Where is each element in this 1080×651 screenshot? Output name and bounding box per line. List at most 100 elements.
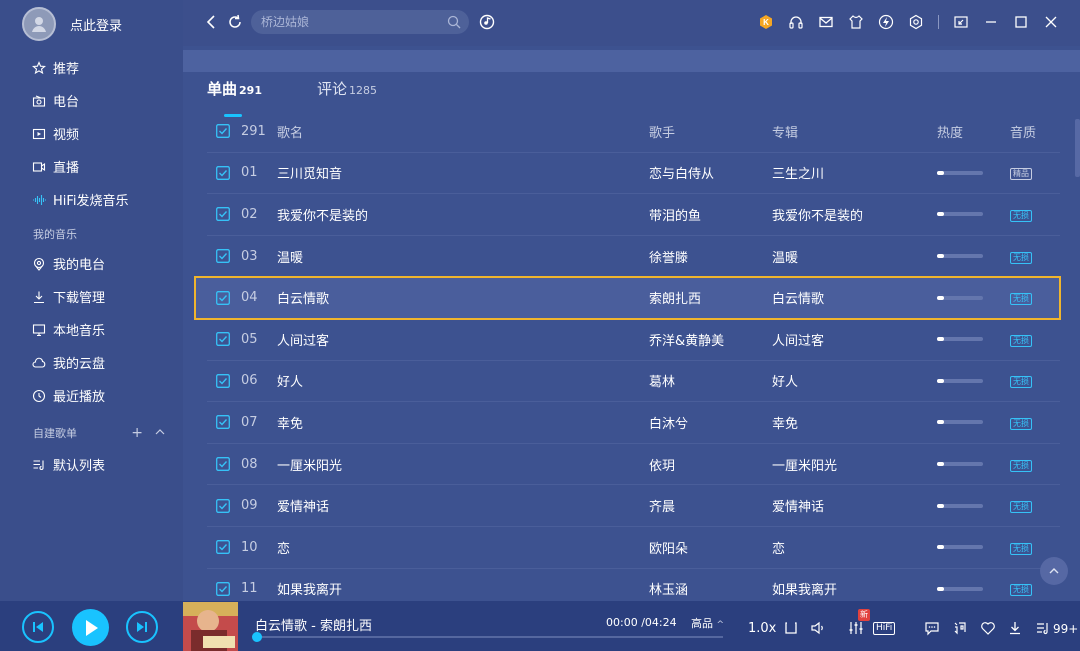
table-row[interactable]: 01 三川觅知音 恋与白侍从 三生之川 精品 (207, 153, 1060, 195)
table-row[interactable]: 07 幸免 白沐兮 幸免 无损 (207, 402, 1060, 444)
sidebar-item-cloud[interactable]: 我的云盘 (0, 346, 183, 379)
song-album[interactable]: 我爱你不是装的 (772, 205, 937, 224)
vip-icon[interactable]: K (756, 12, 776, 32)
song-artist[interactable]: 恋与白侍从 (649, 163, 772, 182)
song-album[interactable]: 爱情神话 (772, 496, 937, 515)
select-all-checkbox[interactable] (216, 124, 232, 139)
song-album[interactable]: 人间过客 (772, 330, 937, 349)
mail-icon[interactable] (816, 12, 836, 32)
sidebar-item-waveform[interactable]: HiFi发烧音乐 (0, 183, 183, 216)
song-title[interactable]: 爱情神话 (277, 496, 649, 515)
download-icon[interactable] (1006, 619, 1024, 637)
scroll-to-top-button[interactable] (1040, 557, 1068, 585)
sidebar-item-video[interactable]: 视频 (0, 117, 183, 150)
maximize-icon[interactable] (1011, 12, 1031, 32)
loop-icon[interactable] (782, 619, 800, 637)
user-login[interactable]: 点此登录 (0, 0, 183, 48)
song-title[interactable]: 温暖 (277, 247, 649, 266)
back-icon[interactable] (203, 13, 219, 31)
queue-count[interactable]: 99+ (1053, 622, 1078, 636)
login-label[interactable]: 点此登录 (70, 15, 122, 34)
quality-selector[interactable]: 高品 ^ (691, 615, 724, 631)
refresh-icon[interactable] (227, 13, 243, 31)
tab-comments[interactable]: 评论 1285 (317, 78, 377, 108)
close-icon[interactable] (1041, 12, 1061, 32)
progress-knob[interactable] (252, 632, 262, 642)
album-cover[interactable] (183, 602, 238, 651)
table-row[interactable]: 06 好人 葛林 好人 无损 (207, 361, 1060, 403)
equalizer-icon[interactable] (847, 619, 865, 637)
song-album[interactable]: 幸免 (772, 413, 937, 432)
music-recognition-icon[interactable] (478, 13, 496, 31)
row-checkbox[interactable] (216, 581, 232, 596)
speed-mode-icon[interactable] (876, 12, 896, 32)
sidebar-item-radio[interactable]: 电台 (0, 84, 183, 117)
song-album[interactable]: 恋 (772, 538, 937, 557)
collapse-icon[interactable] (155, 425, 165, 441)
song-album[interactable]: 白云情歌 (772, 288, 937, 307)
headphones-icon[interactable] (786, 12, 806, 32)
favorite-icon[interactable] (979, 619, 997, 637)
playlist-queue-icon[interactable] (1034, 619, 1052, 637)
next-button[interactable] (126, 611, 158, 643)
row-checkbox[interactable] (216, 415, 232, 430)
song-title[interactable]: 如果我离开 (277, 579, 649, 598)
table-row[interactable]: 04 白云情歌 索朗扎西 白云情歌 无损 (194, 276, 1061, 320)
now-playing-title[interactable]: 白云情歌 - 索朗扎西 (255, 615, 372, 634)
progress-bar[interactable] (252, 632, 723, 642)
song-album[interactable]: 一厘米阳光 (772, 455, 937, 474)
song-album[interactable]: 如果我离开 (772, 579, 937, 598)
sidebar-item-live[interactable]: 直播 (0, 150, 183, 183)
row-checkbox[interactable] (216, 373, 232, 388)
comment-icon[interactable] (923, 619, 941, 637)
previous-button[interactable] (22, 611, 54, 643)
scrollbar[interactable] (1075, 119, 1080, 177)
song-title[interactable]: 白云情歌 (277, 288, 649, 307)
table-row[interactable]: 03 温暖 徐誉滕 温暖 无损 (207, 236, 1060, 278)
volume-icon[interactable] (809, 619, 827, 637)
song-artist[interactable]: 依玥 (649, 455, 772, 474)
row-checkbox[interactable] (216, 540, 232, 555)
settings-icon[interactable] (906, 12, 926, 32)
song-artist[interactable]: 乔洋&黄静美 (649, 330, 772, 349)
table-row[interactable]: 09 爱情神话 齐晨 爱情神话 无损 (207, 485, 1060, 527)
song-title[interactable]: 我爱你不是装的 (277, 205, 649, 224)
table-row[interactable]: 08 一厘米阳光 依玥 一厘米阳光 无损 (207, 444, 1060, 486)
sidebar-item-location[interactable]: 我的电台 (0, 247, 183, 280)
table-row[interactable]: 10 恋欧阳朵恋 无损 (207, 527, 1060, 569)
hifi-button[interactable]: HiFi (873, 622, 896, 635)
song-artist[interactable]: 齐晨 (649, 496, 772, 515)
search-box[interactable] (251, 10, 469, 34)
tab-songs[interactable]: 单曲 291 (207, 78, 262, 117)
row-checkbox[interactable] (216, 332, 232, 347)
row-checkbox[interactable] (216, 165, 232, 180)
song-album[interactable]: 三生之川 (772, 163, 937, 182)
skin-icon[interactable] (846, 12, 866, 32)
play-button[interactable] (72, 609, 109, 646)
song-artist[interactable]: 欧阳朵 (649, 538, 772, 557)
song-artist[interactable]: 白沐兮 (649, 413, 772, 432)
sidebar-item-playlist[interactable]: 默认列表 (0, 448, 183, 481)
song-album[interactable]: 好人 (772, 371, 937, 390)
song-title[interactable]: 一厘米阳光 (277, 455, 649, 474)
table-row[interactable]: 11 如果我离开 林玉涵 如果我离开 无损 (207, 569, 1060, 601)
song-title[interactable]: 三川觅知音 (277, 163, 649, 182)
lyrics-icon[interactable] (951, 619, 969, 637)
song-title[interactable]: 幸免 (277, 413, 649, 432)
sidebar-item-clock[interactable]: 最近播放 (0, 379, 183, 412)
row-checkbox[interactable] (216, 457, 232, 471)
search-input[interactable] (251, 10, 431, 34)
table-row[interactable]: 05 人间过客 乔洋&黄静美 人间过客 无损 (207, 319, 1060, 361)
song-artist[interactable]: 徐誉滕 (649, 247, 772, 266)
row-checkbox[interactable] (216, 249, 232, 264)
song-album[interactable]: 温暖 (772, 247, 937, 266)
song-artist[interactable]: 索朗扎西 (649, 288, 772, 307)
song-artist[interactable]: 葛林 (649, 371, 772, 390)
sidebar-item-monitor[interactable]: 本地音乐 (0, 313, 183, 346)
mini-mode-icon[interactable] (951, 12, 971, 32)
row-checkbox[interactable] (216, 498, 232, 513)
speed-button[interactable]: 1.0x (748, 621, 776, 636)
song-title[interactable]: 人间过客 (277, 330, 649, 349)
song-title[interactable]: 恋 (277, 538, 649, 557)
song-artist[interactable]: 林玉涵 (649, 579, 772, 598)
